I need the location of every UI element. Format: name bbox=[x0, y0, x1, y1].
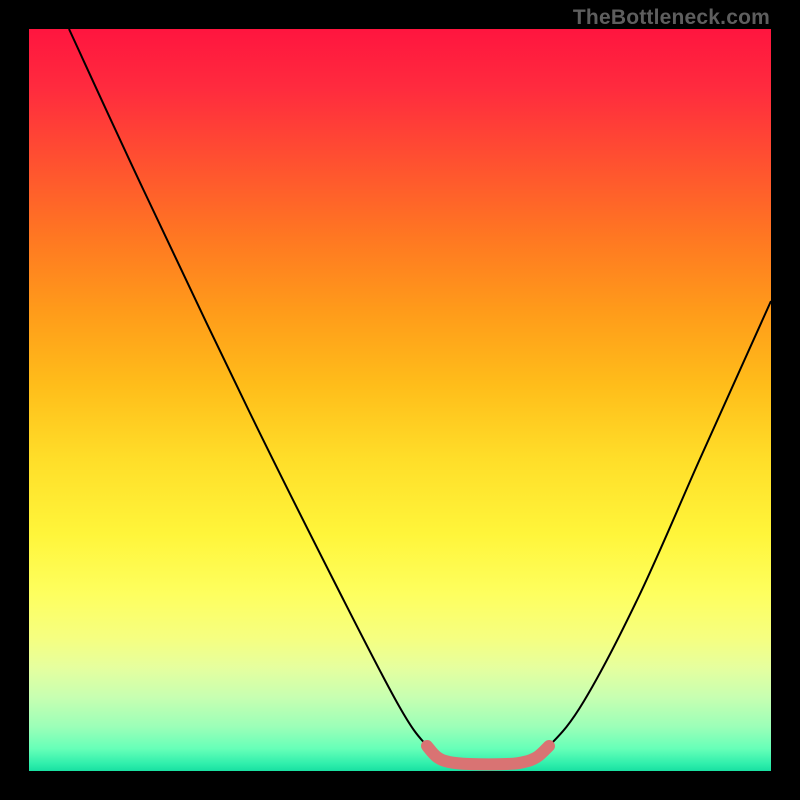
watermark-label: TheBottleneck.com bbox=[573, 6, 770, 30]
chart-gradient-background bbox=[29, 29, 771, 771]
chart-outer: TheBottleneck.com bbox=[0, 0, 800, 800]
